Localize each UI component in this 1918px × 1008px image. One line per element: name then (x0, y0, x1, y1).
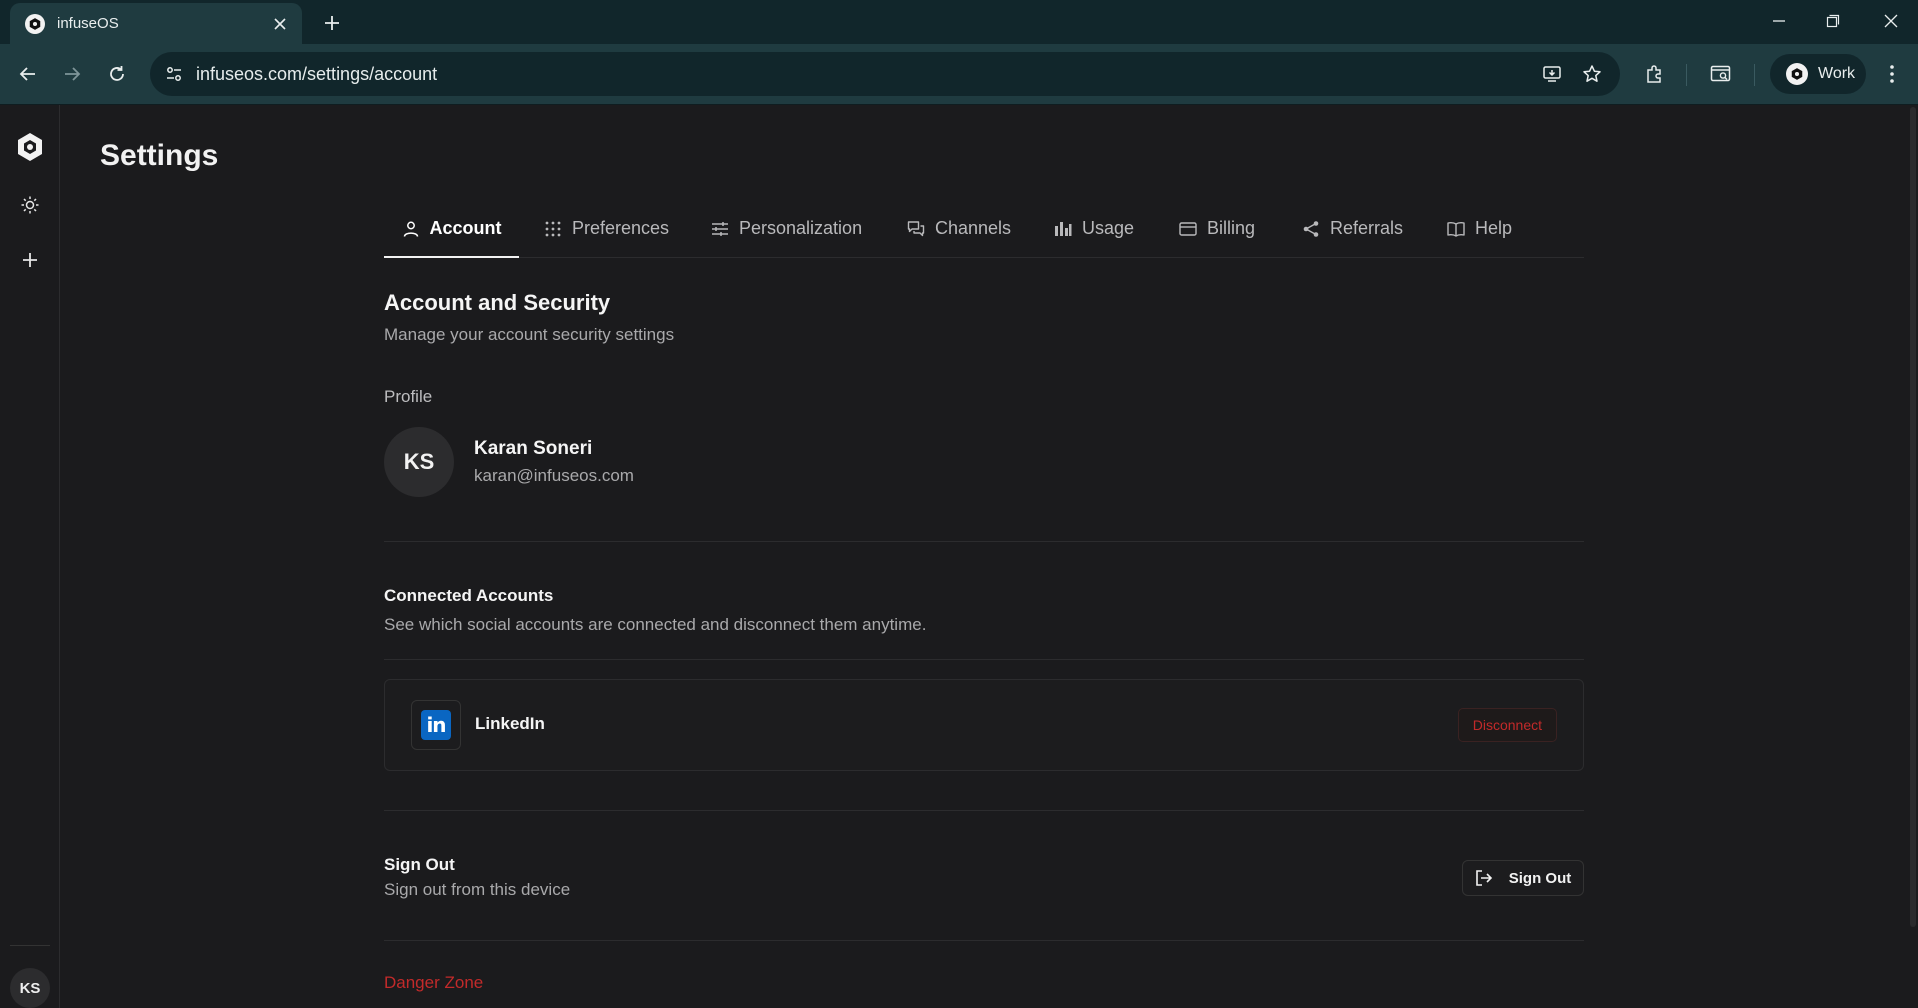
infuseos-favicon-icon (25, 13, 45, 34)
connected-accounts-title: Connected Accounts (384, 586, 554, 605)
tab-account[interactable]: Account (384, 201, 519, 258)
left-rail: KS (0, 105, 60, 1008)
share-icon (1303, 220, 1319, 237)
profile-email: karan@infuseos.com (474, 466, 634, 485)
theme-toggle-sun-icon[interactable] (12, 187, 48, 223)
tab-personalization[interactable]: Personalization (711, 201, 862, 256)
browser-menu-icon[interactable] (1876, 58, 1908, 90)
app-root: KS Settings Account Preferences Personal… (0, 105, 1918, 1008)
bar-chart-icon (1055, 221, 1072, 236)
site-info-icon[interactable] (158, 58, 190, 90)
sign-out-button[interactable]: Sign Out (1462, 860, 1584, 896)
danger-zone-title: Danger Zone (384, 973, 484, 992)
browser-toolbar: infuseos.com/settings/account Work (0, 44, 1918, 105)
tab-title: infuseOS (57, 15, 119, 32)
connected-account-name: LinkedIn (475, 714, 545, 733)
page-title: Settings (100, 139, 219, 172)
linkedin-logo-icon: in (411, 700, 461, 750)
profile-button[interactable]: Work (1770, 54, 1866, 94)
user-avatar[interactable]: KS (10, 968, 50, 1008)
divider (384, 541, 1584, 542)
browser-tab[interactable]: infuseOS (10, 3, 302, 44)
tab-usage[interactable]: Usage (1054, 201, 1134, 256)
book-icon (1447, 221, 1465, 237)
forward-icon[interactable] (56, 58, 88, 90)
restore-icon[interactable] (1806, 4, 1860, 38)
profile-logo-icon (1786, 63, 1808, 85)
new-item-plus-icon[interactable] (12, 242, 48, 278)
section-subheading: Manage your account security settings (384, 325, 675, 344)
tab-referrals[interactable]: Referrals (1302, 201, 1403, 256)
browser-tab-strip: infuseOS (0, 0, 1918, 44)
back-icon[interactable] (12, 58, 44, 90)
profile-name: Karan Soneri (474, 438, 593, 459)
divider (384, 659, 1584, 660)
grid-icon (545, 221, 561, 236)
divider (384, 940, 1584, 941)
disconnect-button[interactable]: Disconnect (1457, 708, 1557, 742)
divider (384, 810, 1584, 811)
user-icon (403, 221, 418, 237)
extensions-icon[interactable] (1638, 58, 1670, 90)
bookmark-star-icon[interactable] (1576, 58, 1608, 90)
reload-icon[interactable] (101, 58, 133, 90)
sign-out-icon (1475, 870, 1492, 886)
tab-help[interactable]: Help (1447, 201, 1512, 256)
close-window-icon[interactable] (1864, 4, 1918, 38)
install-app-icon[interactable] (1536, 58, 1568, 90)
page-scrollbar[interactable] (1910, 107, 1916, 927)
close-tab-icon[interactable] (266, 10, 294, 38)
tab-channels[interactable]: Channels (907, 201, 1011, 256)
tab-billing[interactable]: Billing (1179, 201, 1255, 256)
profile-label: Work (1818, 65, 1856, 82)
profile-avatar: KS (384, 427, 454, 497)
sliders-icon (712, 221, 728, 236)
address-bar[interactable]: infuseos.com/settings/account (150, 52, 1620, 96)
sign-out-title: Sign Out (384, 855, 455, 874)
tab-preferences[interactable]: Preferences (544, 201, 669, 256)
new-tab-icon[interactable] (318, 9, 346, 37)
section-heading: Account and Security (384, 290, 611, 315)
infuseos-logo-icon[interactable] (12, 129, 48, 165)
profile-label: Profile (384, 387, 433, 406)
url-text: infuseos.com/settings/account (196, 64, 438, 84)
connected-account-card: in LinkedIn Disconnect (384, 679, 1584, 771)
minimize-icon[interactable] (1752, 4, 1806, 38)
settings-tabs: Account Preferences Personalization Chan… (384, 201, 1584, 258)
connected-accounts-subtitle: See which social accounts are connected … (384, 615, 927, 634)
tab-search-icon[interactable] (1705, 58, 1737, 90)
sign-out-subtitle: Sign out from this device (384, 880, 571, 899)
card-icon (1179, 221, 1197, 236)
chat-icon (907, 220, 925, 236)
